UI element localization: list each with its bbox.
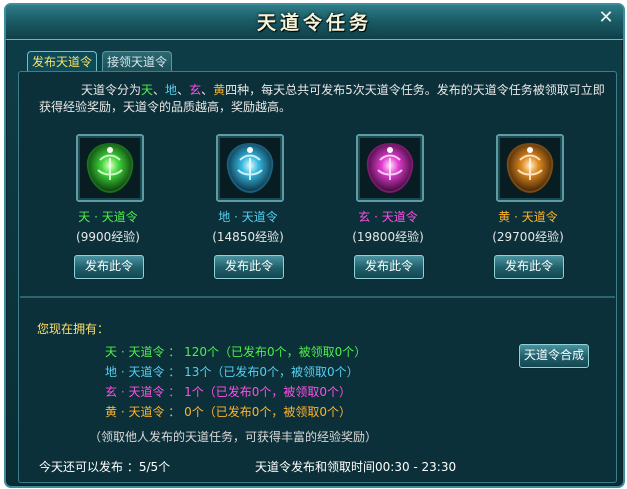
orange-token-icon[interactable] <box>496 134 564 202</box>
token-exp-xuan: (19800经验) <box>352 230 424 244</box>
tab-accept[interactable]: 接领天道令 <box>102 51 173 72</box>
main-panel: 天道令分为天、地、玄、黄四种，每天总共可发布5次天道令任务。发布的天道令任务被领… <box>18 71 617 483</box>
blue-token-icon[interactable] <box>216 134 284 202</box>
publish-button-huang[interactable]: 发布此令 <box>494 255 564 279</box>
magenta-token-icon[interactable] <box>356 134 424 202</box>
close-icon[interactable]: ✕ <box>595 7 617 29</box>
title-bar[interactable]: 天道令任务 ✕ <box>6 5 623 40</box>
merge-button[interactable]: 天道令合成 <box>519 344 589 368</box>
intro-tian: 天 <box>141 83 154 97</box>
token-exp-di: (14850经验) <box>212 230 284 244</box>
intro-sep: 、 <box>153 83 166 97</box>
token-name-huang: 黄 · 天道令 <box>498 210 558 224</box>
holdings-title: 您现在拥有： <box>37 322 110 336</box>
intro-lead: 天道令分为 <box>81 83 142 97</box>
intro-di: 地 <box>165 83 178 97</box>
publish-button-di[interactable]: 发布此令 <box>214 255 284 279</box>
intro-sep: 、 <box>201 83 214 97</box>
holding-row-di: 地 · 天道令 ： 13个（已发布0个，被领取0个） <box>105 365 359 379</box>
window-title: 天道令任务 <box>256 12 372 34</box>
intro-huang: 黄 <box>213 83 226 97</box>
reward-note: （领取他人发布的天道任务，可获得丰富的经验奖励） <box>89 430 378 444</box>
intro-text: 天道令分为天、地、玄、黄四种，每天总共可发布5次天道令任务。发布的天道令任务被领… <box>39 82 609 116</box>
token-name-tian: 天 · 天道令 <box>78 210 138 224</box>
holding-row-tian: 天 · 天道令 ： 120个（已发布0个，被领取0个） <box>105 345 367 359</box>
intro-sep: 、 <box>177 83 190 97</box>
publish-button-xuan[interactable]: 发布此令 <box>354 255 424 279</box>
token-exp-huang: (29700经验) <box>492 230 564 244</box>
intro-xuan: 玄 <box>189 83 202 97</box>
token-name-di: 地 · 天道令 <box>218 210 278 224</box>
remaining-publish-count: 今天还可以发布 ：5/5个 <box>39 460 171 474</box>
holding-row-huang: 黄 · 天道令 ： 0个（已发布0个，被领取0个） <box>105 405 351 419</box>
holding-row-xuan: 玄 · 天道令 ： 1个（已发布0个，被领取0个） <box>105 385 351 399</box>
tab-publish[interactable]: 发布天道令 <box>27 51 98 72</box>
publish-button-tian[interactable]: 发布此令 <box>74 255 144 279</box>
section-divider <box>20 296 615 298</box>
token-exp-tian: (9900经验) <box>76 230 140 244</box>
dialog-window: 天道令任务 ✕ 发布天道令 接领天道令 天道令分为天、地、玄、黄四种，每天总共可… <box>4 3 625 488</box>
green-token-icon[interactable] <box>76 134 144 202</box>
token-name-xuan: 玄 · 天道令 <box>358 210 418 224</box>
publish-time-window: 天道令发布和领取时间00:30 - 23:30 <box>255 460 457 474</box>
